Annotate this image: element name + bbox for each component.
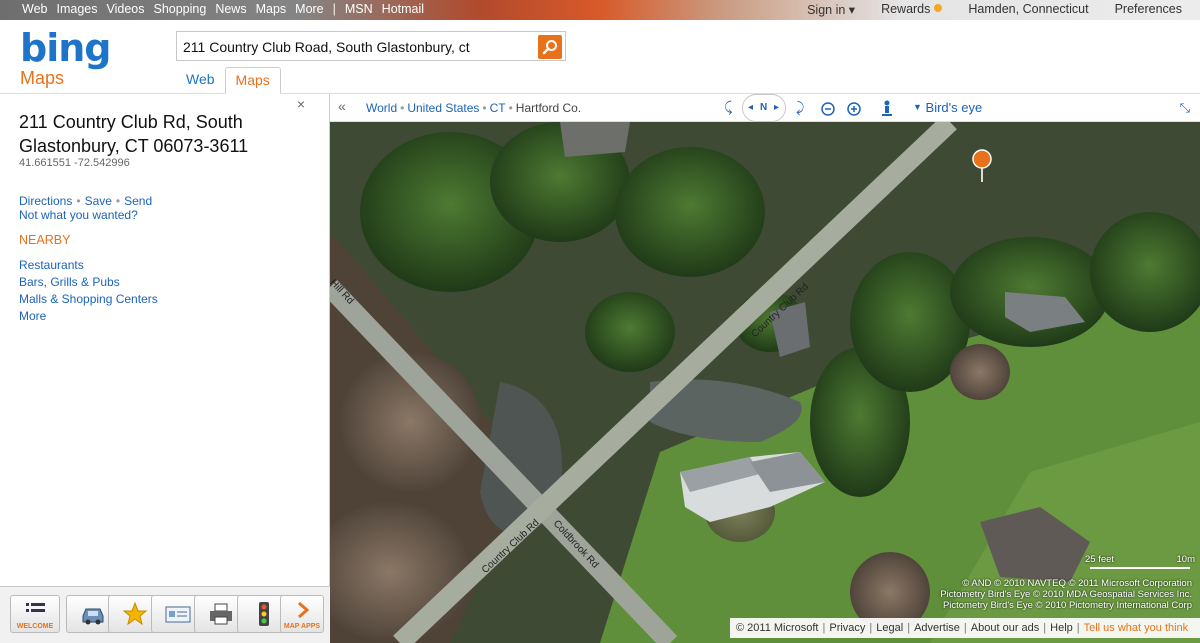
printer-icon [210,603,232,625]
breadcrumb: World • United States • CT • Hartford Co. [366,101,582,115]
breadcrumb-hartford: Hartford Co. [515,101,582,115]
attribution-line: © AND © 2010 NAVTEQ © 2011 Microsoft Cor… [962,578,1192,589]
top-navigation-bar: Web Images Videos Shopping News Maps Mor… [0,0,1200,20]
nav-maps[interactable]: Maps [256,2,287,16]
directions-link[interactable]: Directions [19,194,72,208]
coordinates: 41.661551 -72.542996 [19,157,130,169]
nearby-restaurants[interactable]: Restaurants [19,257,158,274]
save-link[interactable]: Save [85,194,112,208]
breadcrumb-united-states[interactable]: United States [407,101,479,115]
rewards-icon [934,4,943,12]
send-link[interactable]: Send [124,194,152,208]
header: bing Maps Web Maps [0,20,1200,94]
footer-help[interactable]: Help [1050,622,1073,634]
sign-in-button[interactable]: Sign in ▾ [807,2,855,17]
address-line-2: Glastonbury, CT 06073-3611 [19,136,249,156]
bottom-toolbar: WELCOME MAP APPS [0,586,330,643]
rewards-link[interactable]: Rewards [881,2,943,17]
map-scale: 25 feet 10m [1085,554,1195,565]
collapse-panel-icon[interactable]: « [338,98,346,114]
zoom-out-icon[interactable] [820,101,836,117]
nav-videos[interactable]: Videos [106,2,144,16]
map-attribution: © AND © 2010 NAVTEQ © 2011 Microsoft Cor… [900,578,1192,611]
scale-feet: 25 feet [1085,554,1115,565]
nav-shopping[interactable]: Shopping [153,2,206,16]
pan-right-icon[interactable]: ▸ [774,102,779,113]
list-icon [26,603,45,612]
chevron-right-icon [298,601,310,619]
results-panel: × 211 Country Club Rd, South Glastonbury… [0,94,330,643]
tab-maps[interactable]: Maps [224,67,281,94]
star-icon [122,601,148,626]
attribution-line: Pictometry Bird's Eye © 2010 MDA Geospat… [940,589,1192,600]
breadcrumb-ct[interactable]: CT [490,101,506,115]
bing-logo[interactable]: bing [20,26,111,70]
footer-privacy[interactable]: Privacy [829,622,865,634]
rotate-left-icon[interactable]: ⤹ [724,99,732,116]
search-button[interactable] [538,35,562,59]
pan-left-icon[interactable]: ◂ [748,102,753,113]
aerial-map-image: Country Club Rd Country Club Rd Coldbroo… [330,122,1200,643]
nearby-list: Restaurants Bars, Grills & Pubs Malls & … [19,257,158,325]
nav-msn[interactable]: MSN [345,2,373,16]
rotate-right-icon[interactable]: ⤸ [796,99,804,116]
copyright: © 2011 Microsoft [736,622,819,634]
streetside-person-icon[interactable] [880,100,894,118]
preferences-link[interactable]: Preferences [1115,2,1182,17]
scale-meters: 10m [1176,554,1195,565]
traffic-light-icon [259,602,269,626]
attribution-line: Pictometry Bird's Eye © 2010 Pictometry … [942,600,1192,611]
footer-about-ads[interactable]: About our ads [971,622,1040,634]
search-box [176,31,566,61]
map-apps-button[interactable]: MAP APPS [280,595,324,633]
card-icon [165,606,191,623]
map-canvas[interactable]: Country Club Rd Country Club Rd Coldbroo… [330,122,1200,643]
page-footer: © 2011 Microsoft | Privacy | Legal | Advertise… [730,618,1200,638]
tab-web[interactable]: Web [176,67,225,94]
nearby-malls[interactable]: Malls & Shopping Centers [19,291,158,308]
view-mode-label: Bird's eye [925,100,983,115]
search-input[interactable] [183,37,533,57]
nav-news[interactable]: News [215,2,246,16]
car-icon [82,608,104,625]
result-address: 211 Country Club Rd, South Glastonbury, … [19,110,299,158]
nav-more[interactable]: More [295,2,323,16]
compass-control[interactable]: ◂ N ▸ [742,94,786,122]
rewards-label: Rewards [881,2,931,16]
zoom-in-icon[interactable] [846,101,862,117]
house-top [560,122,630,157]
search-tabs: Web Maps [176,67,281,94]
dropdown-arrow-icon: ▼ [913,102,922,112]
welcome-button[interactable]: WELCOME [10,595,60,633]
separator-dot: • [115,194,121,208]
nearby-heading: NEARBY [19,233,71,247]
address-line-1: 211 Country Club Rd, South [19,112,243,132]
expand-map-icon[interactable]: ⤡ [1180,100,1190,116]
not-what-you-wanted-link[interactable]: Not what you wanted? [19,208,138,222]
nearby-more[interactable]: More [19,308,158,325]
nav-web[interactable]: Web [22,2,47,16]
compass-north[interactable]: N [760,102,767,113]
nav-images[interactable]: Images [56,2,97,16]
result-actions: Directions • Save • Send [19,194,152,208]
view-mode-dropdown[interactable]: ▼ Bird's eye [913,100,982,115]
feedback-link[interactable]: Tell us what you think [1084,622,1189,634]
map-apps-caption: MAP APPS [283,623,321,630]
footer-advertise[interactable]: Advertise [914,622,960,634]
footer-legal[interactable]: Legal [876,622,903,634]
breadcrumb-world[interactable]: World [366,101,397,115]
location-link[interactable]: Hamden, Connecticut [968,2,1088,17]
welcome-caption: WELCOME [16,623,54,630]
search-icon [542,40,557,55]
nearby-bars[interactable]: Bars, Grills & Pubs [19,274,158,291]
separator-dot: • [76,194,81,208]
map-toolbar: « World • United States • CT • Hartford Co. ⤹ … [330,94,1200,122]
nav-hotmail[interactable]: Hotmail [382,2,424,16]
maps-logo-label: Maps [20,68,65,88]
nav-separator: | [332,2,336,16]
map-navigation-controls: ⤹ ◂ N ▸ ⤸ [724,94,934,122]
